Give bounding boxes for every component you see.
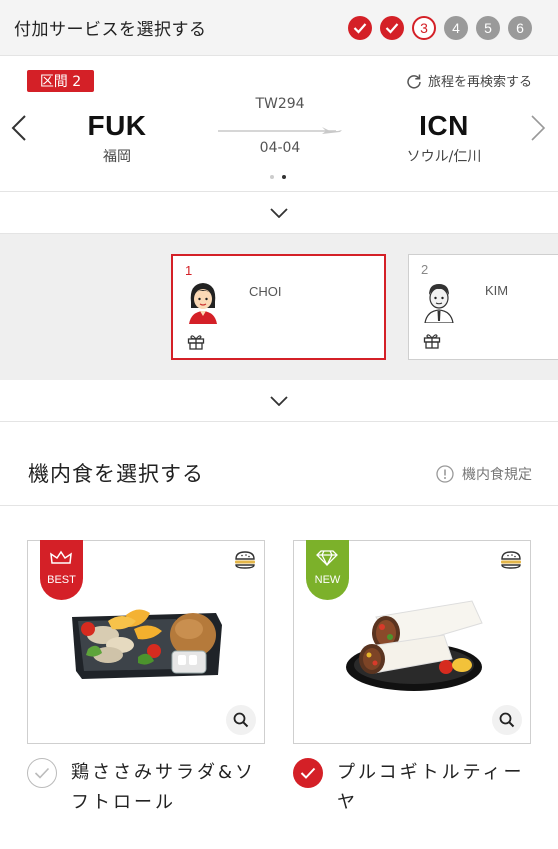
passenger-name: KIM: [485, 283, 509, 298]
meal-checkbox-checked[interactable]: [293, 758, 323, 788]
meal-rules-link[interactable]: 機内食規定: [436, 464, 532, 484]
step-4: 4: [444, 16, 468, 40]
meal-card[interactable]: NEW: [293, 540, 531, 744]
burger-icon: [501, 551, 521, 569]
meal-checkbox-unchecked[interactable]: [27, 758, 57, 788]
research-itinerary-button[interactable]: 旅程を再検索する: [406, 71, 532, 90]
magnifier-icon: [233, 712, 249, 728]
meal-option[interactable]: 鶏ささみサラダ&ソフトロール: [27, 758, 277, 818]
segment-expand-toggle[interactable]: [0, 192, 558, 234]
gift-icon: [423, 334, 441, 349]
meal-name: 鶏ささみサラダ&ソフトロール: [71, 762, 257, 813]
chevron-down-icon: [270, 396, 288, 406]
research-itinerary-label: 旅程を再検索する: [427, 75, 532, 90]
chevron-right-icon: [531, 115, 546, 141]
meal-section-title: 機内食を選択する: [28, 462, 204, 486]
info-icon: [436, 465, 454, 483]
zoom-button[interactable]: [492, 705, 522, 735]
departure-airport: FUK 福岡: [79, 110, 155, 166]
next-segment-button[interactable]: [530, 114, 546, 146]
step-2-completed: [380, 16, 404, 40]
departure-code: FUK: [87, 110, 147, 141]
passenger-card[interactable]: 2 KIM: [408, 254, 558, 360]
page-title: 付加サービスを選択する: [14, 20, 207, 40]
arrival-code: ICN: [419, 110, 469, 141]
zoom-button[interactable]: [226, 705, 256, 735]
passenger-number: 1: [185, 263, 193, 278]
crown-icon: [50, 550, 72, 564]
step-6: 6: [508, 16, 532, 40]
arrival-city: ソウル/仁川: [406, 149, 482, 165]
passenger-card-selected[interactable]: 1 CHOI: [171, 254, 386, 360]
refresh-icon: [407, 74, 421, 89]
flight-date: 04-04: [259, 140, 301, 156]
step-3-current: 3: [412, 16, 436, 40]
bulgogi-tortilla-image: [346, 600, 483, 691]
chevron-down-icon: [270, 208, 288, 218]
checkmark-icon: [353, 23, 367, 34]
step-5: 5: [476, 16, 500, 40]
step-1-completed: [348, 16, 372, 40]
meal-card[interactable]: BEST: [27, 540, 265, 744]
checkmark-icon: [34, 767, 50, 779]
pagination-dot[interactable]: [270, 175, 274, 179]
flight-number: TW294: [255, 96, 305, 112]
page-header: 付加サービスを選択する 3 4 5 6: [0, 0, 558, 56]
chicken-salad-image: [72, 609, 222, 679]
male-passenger-icon: [424, 284, 454, 323]
flight-segment: 区間 2 旅程を再検索する FUK 福岡 TW294 04-04 ICN ソウル…: [0, 56, 558, 192]
arrival-airport: ICN ソウル/仁川: [392, 110, 496, 166]
segment-pagination: [270, 175, 286, 179]
badge-label: NEW: [314, 574, 341, 586]
divider: [0, 505, 558, 506]
chevron-left-icon: [11, 115, 26, 141]
passenger-expand-toggle[interactable]: [0, 380, 558, 422]
badge-label: BEST: [47, 574, 76, 586]
female-passenger-icon: [189, 283, 217, 324]
passenger-name: CHOI: [249, 284, 282, 299]
gift-icon: [187, 335, 205, 350]
meal-option[interactable]: プルコギトルティーヤ: [293, 758, 543, 818]
pagination-dot-active[interactable]: [282, 175, 286, 179]
passenger-number: 2: [421, 262, 429, 277]
diamond-icon: [316, 550, 338, 566]
checkmark-icon: [385, 23, 399, 34]
segment-badge: 区間 2: [27, 70, 94, 92]
meal-rules-label: 機内食規定: [462, 467, 532, 483]
meal-name: プルコギトルティーヤ: [337, 762, 525, 813]
step-indicator: 3 4 5 6: [348, 16, 532, 40]
airplane-route-icon: [218, 127, 342, 134]
burger-icon: [235, 551, 255, 569]
departure-city: 福岡: [103, 149, 131, 165]
magnifier-icon: [499, 712, 515, 728]
checkmark-icon: [300, 767, 316, 779]
passenger-selector: 1 CHOI 2 KIM: [0, 234, 558, 380]
previous-segment-button[interactable]: [11, 114, 27, 146]
